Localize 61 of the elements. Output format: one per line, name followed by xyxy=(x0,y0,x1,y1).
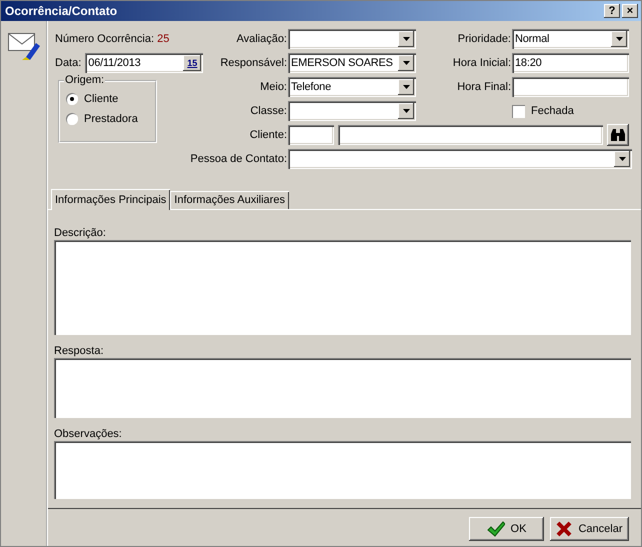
date-field[interactable]: 06/11/2013 15 xyxy=(85,53,204,73)
memo-field[interactable] xyxy=(54,240,631,335)
field-label: Cliente: xyxy=(248,128,288,143)
group-label: Origem: xyxy=(64,74,106,86)
dropdown-button[interactable] xyxy=(398,31,414,47)
field-label: Data: xyxy=(55,57,82,69)
client-code-field[interactable] xyxy=(288,125,334,145)
field-label: Hora Inicial: xyxy=(452,56,512,71)
caret-icon xyxy=(616,37,622,41)
field-label: Meio: xyxy=(259,80,288,95)
field-label: Resposta: xyxy=(54,344,105,358)
checkbox[interactable] xyxy=(512,104,525,118)
ok-button[interactable]: OK xyxy=(469,517,544,541)
cancel-button[interactable]: Cancelar xyxy=(550,517,629,541)
envelope-icon xyxy=(8,31,40,61)
close-icon xyxy=(556,521,572,537)
checkmark-icon xyxy=(486,521,505,537)
dropdown-field[interactable] xyxy=(288,149,632,169)
radio-label[interactable]: Cliente xyxy=(84,93,118,105)
memo-field[interactable] xyxy=(54,358,631,418)
field-label: Prioridade: xyxy=(456,32,512,47)
dropdown-field[interactable]: Normal xyxy=(512,29,629,49)
binoculars-icon xyxy=(610,128,626,142)
window-title: Ocorrência/Contato xyxy=(5,4,118,18)
field-label: Pessoa de Contato: xyxy=(189,152,288,167)
caret-icon xyxy=(402,109,410,113)
radio-button[interactable] xyxy=(66,93,78,105)
dropdown-field[interactable]: Telefone xyxy=(288,77,416,97)
dropdown-button[interactable] xyxy=(611,31,627,47)
binoculars-button[interactable] xyxy=(607,124,629,146)
radio-button[interactable] xyxy=(66,113,78,125)
caret-icon xyxy=(402,61,410,65)
client-name-field[interactable] xyxy=(338,125,603,145)
occurrence-number: 25 xyxy=(157,33,170,45)
checkbox-label[interactable]: Fechada xyxy=(531,105,574,117)
field-label: Descrição: xyxy=(54,226,107,240)
field-label: Avaliação: xyxy=(235,32,288,47)
calendar-button[interactable]: 15 xyxy=(183,55,202,71)
caret-icon xyxy=(618,157,626,161)
tab[interactable]: Informações Principais xyxy=(51,189,170,210)
dropdown-field[interactable]: EMERSON SOARES xyxy=(288,53,416,73)
dropdown-button[interactable] xyxy=(614,151,630,167)
help-button[interactable]: ? xyxy=(604,4,620,18)
radio-label[interactable]: Prestadora xyxy=(84,113,138,125)
caret-icon xyxy=(402,37,410,41)
close-button[interactable]: × xyxy=(622,4,638,18)
field-label: Número Ocorrência: xyxy=(55,33,154,45)
dropdown-field[interactable] xyxy=(288,29,416,49)
field-label: Observações: xyxy=(54,427,123,441)
field-label: Responsável: xyxy=(219,56,288,71)
caret-icon xyxy=(402,85,410,89)
field-label: Hora Final: xyxy=(456,80,512,95)
dropdown-button[interactable] xyxy=(398,79,414,95)
dropdown-button[interactable] xyxy=(398,55,414,71)
tab[interactable]: Informações Auxiliares xyxy=(170,191,289,209)
dropdown-field[interactable] xyxy=(288,101,416,121)
dropdown-button[interactable] xyxy=(398,103,414,119)
memo-field[interactable] xyxy=(54,441,631,499)
text-field[interactable] xyxy=(512,77,629,97)
field-label: Classe: xyxy=(249,104,288,119)
text-field[interactable]: 18:20 xyxy=(512,53,629,73)
